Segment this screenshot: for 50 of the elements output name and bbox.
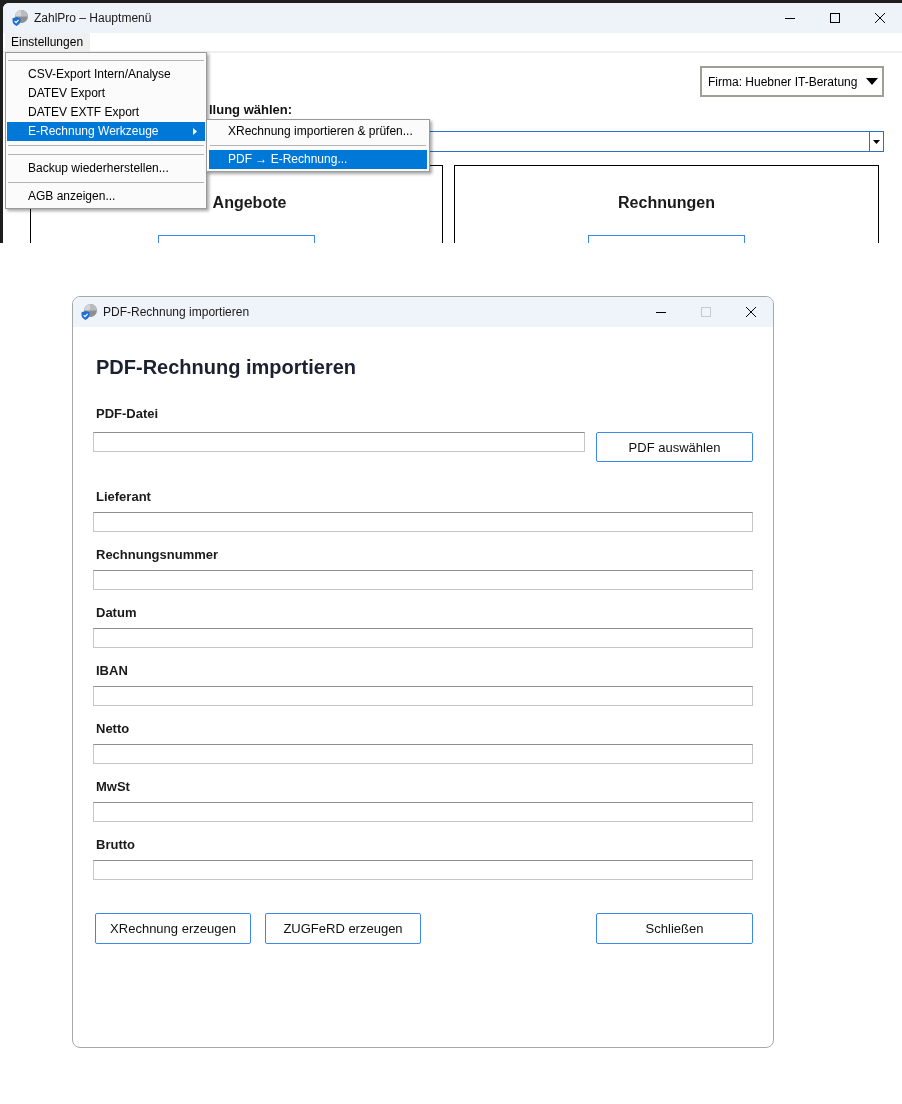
panel-title: Angebote — [212, 193, 287, 213]
field-label: Rechnungsnummer — [96, 547, 219, 563]
window-title: ZahlPro – Hauptmenü — [34, 11, 152, 25]
close-icon — [874, 13, 885, 23]
field-label: llung wählen: — [209, 102, 293, 117]
caret-icon — [873, 139, 880, 144]
window-title: PDF-Rechnung importieren — [103, 305, 250, 319]
menu-item[interactable]: Backup wiederherstellen... — [7, 159, 205, 178]
input-field[interactable] — [93, 860, 753, 880]
input-field[interactable] — [93, 570, 753, 590]
company-dropdown[interactable]: Firma: Huebner IT-Beratung — [700, 66, 884, 97]
dropdown-button[interactable] — [869, 132, 883, 151]
panel-button[interactable] — [158, 235, 315, 243]
input-field[interactable] — [93, 628, 753, 648]
field-label: PDF-Datei — [96, 406, 159, 422]
menu-item[interactable]: AGB anzeigen... — [7, 187, 205, 206]
minimize-icon — [655, 311, 666, 313]
field-label: Lieferant — [96, 489, 151, 505]
menu-item[interactable]: CSV-Export Intern/Analyse — [7, 65, 205, 84]
dialog-heading: PDF-Rechnung importieren — [96, 355, 356, 379]
file-path-field[interactable] — [93, 432, 585, 452]
browse-button[interactable]: PDF auswählen — [596, 432, 753, 462]
caret-icon — [866, 78, 878, 85]
close-icon — [745, 307, 756, 317]
submenu-arrow-icon — [193, 128, 197, 135]
input-field[interactable] — [93, 512, 753, 532]
action-button[interactable]: ZUGFeRD erzeugen — [265, 913, 421, 944]
maximize-icon — [700, 307, 711, 317]
input-field[interactable] — [93, 686, 753, 706]
minimize-icon — [784, 17, 795, 19]
field-label: IBAN — [96, 663, 128, 679]
menu-item[interactable]: DATEV EXTF Export — [7, 103, 205, 122]
maximize-icon — [829, 13, 840, 23]
input-field[interactable] — [93, 744, 753, 764]
action-button[interactable]: XRechnung erzeugen — [95, 913, 251, 944]
field-label: Datum — [96, 605, 137, 621]
field-label: Netto — [96, 721, 130, 737]
menu-item[interactable]: XRechnung importieren & prüfen... — [209, 122, 427, 141]
panel-button[interactable] — [588, 235, 745, 243]
menu-bar-item[interactable]: Einstellungen — [5, 33, 91, 51]
menu-item[interactable]: DATEV Export — [7, 84, 205, 103]
field-label: Brutto — [96, 837, 135, 853]
close-button[interactable]: Schließen — [596, 913, 753, 944]
globe-shield-icon — [12, 10, 28, 26]
menu-item[interactable]: PDF → E-Rechnung... — [209, 150, 427, 169]
globe-shield-icon — [81, 304, 97, 320]
panel-title: Rechnungen — [618, 193, 715, 213]
input-field[interactable] — [93, 802, 753, 822]
menu-item[interactable]: E-Rechnung Werkzeuge — [7, 122, 205, 141]
field-label: MwSt — [96, 779, 130, 795]
